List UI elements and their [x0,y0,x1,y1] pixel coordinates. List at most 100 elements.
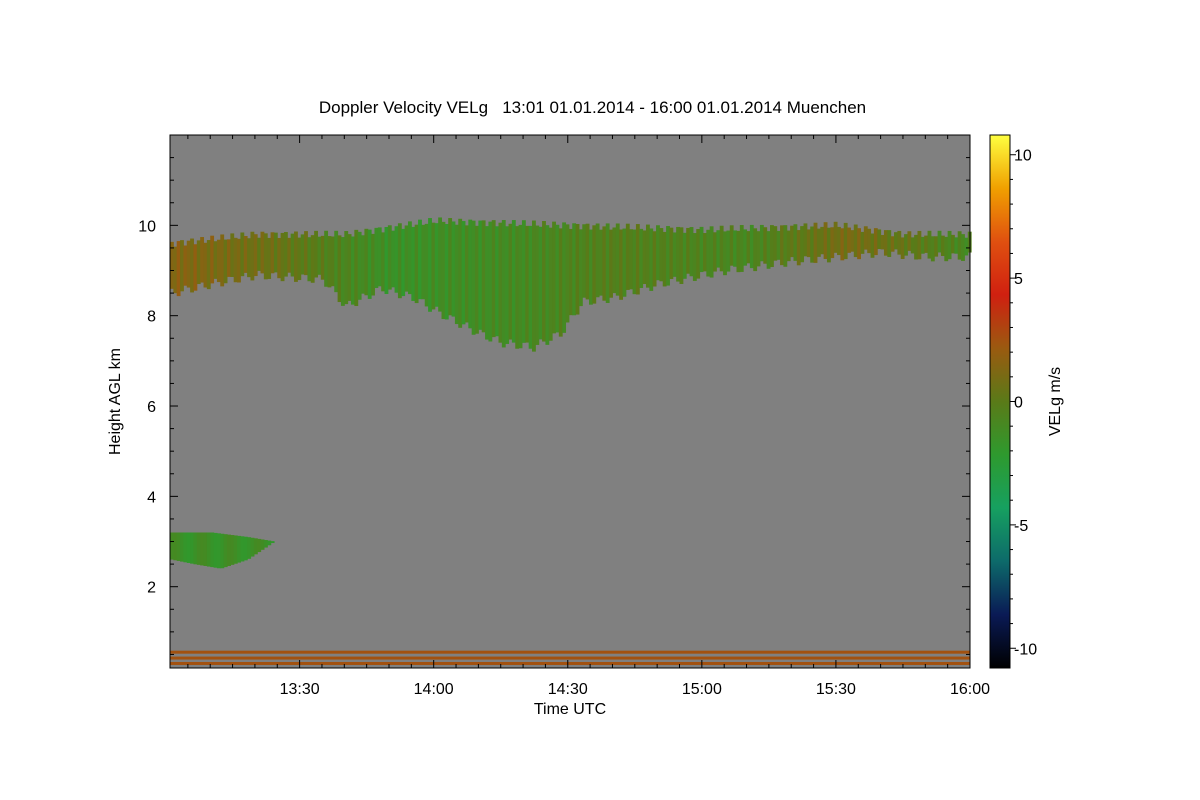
cirrus-strip [672,232,677,277]
cirrus-strip [578,229,583,307]
cirrus-strip [954,237,959,254]
cirrus-strip [857,228,862,260]
cirrus-strip [773,226,778,261]
cirrus-strip [307,237,312,282]
cirrus-strip [897,230,902,255]
cirrus-strip [649,228,654,291]
cirrus-strip [753,228,758,272]
near-surface-line [170,661,970,665]
cirrus-strip [803,223,808,257]
chart-title: Doppler Velocity VELg 13:01 01.01.2014 -… [318,98,867,117]
cirrus-strip [609,229,613,298]
cirrus-strip [662,231,667,287]
cirrus-strip [485,226,489,340]
cirrus-strip [216,239,221,283]
cirrus-strip [481,220,486,333]
cirrus-strip [330,236,335,287]
cirrus-strip [605,223,610,303]
cirrus-strip [314,230,318,278]
cirrus-strip [629,229,634,290]
cirrus-strip [770,225,774,268]
cirrus-strip [786,230,791,262]
cirrus-strip [441,221,446,320]
cirrus-strip [582,224,587,298]
cirrus-strip [686,227,691,274]
cirrus-strip [961,234,965,261]
cirrus-strip [461,221,466,325]
x-tick-label: 15:00 [682,681,722,698]
cirrus-strip [263,233,268,280]
cirrus-strip [387,225,392,290]
x-axis-label: Time UTC [534,701,606,718]
cirrus-strip [907,231,912,251]
cirrus-strip [411,226,416,301]
cirrus-strip [716,230,721,268]
cirrus-strip [247,238,251,278]
cirrus-strip [203,242,208,288]
cirrus-strip [458,218,463,328]
cirrus-strip [424,223,429,307]
cirrus-strip [320,235,325,280]
cirrus-strip [853,224,858,258]
cirrus-strip [615,223,620,296]
cirrus-strip [196,240,201,285]
cirrus-strip [873,228,878,256]
cirrus-strip [599,229,603,296]
cirrus-strip [186,240,191,288]
cirrus-strip [666,226,670,286]
cirrus-strip [501,220,506,348]
near-surface-line [170,650,970,654]
cirrus-strip [934,236,939,257]
cirrus-strip [568,228,573,316]
cirrus-strip [471,220,476,335]
cirrus-strip [454,224,459,325]
cirrus-strip [964,237,969,256]
cirrus-strip [267,237,272,279]
colorbar-tick-label: 5 [1014,271,1023,288]
cirrus-strip [444,224,449,320]
cirrus-strip [833,221,838,253]
cirrus-strip [357,231,362,300]
cirrus-strip [434,223,439,307]
cirrus-strip [310,235,315,283]
cirrus-strip [297,237,302,281]
cirrus-strip [334,230,339,293]
y-tick-label: 6 [147,399,156,416]
cirrus-strip [552,221,556,334]
cirrus-strip [283,232,288,277]
cirrus-strip [900,237,905,259]
y-tick-label: 4 [147,489,156,506]
cirrus-strip [371,233,375,296]
cirrus-strip [749,224,754,269]
cirrus-strip [327,236,332,288]
cirrus-strip [351,236,355,305]
cirrus-strip [317,236,322,275]
colorbar-tick-label: 10 [1014,148,1032,165]
cirrus-strip [324,230,329,287]
cirrus-strip [723,231,727,276]
cirrus-strip [528,225,533,349]
cirrus-strip [542,221,546,342]
cirrus-strip [421,224,426,300]
cirrus-strip [810,226,815,263]
x-tick-label: 14:30 [548,681,588,698]
cirrus-strip [622,228,627,297]
cirrus-strip [220,234,225,287]
cirrus-strip [498,222,503,343]
cirrus-strip [639,228,644,288]
cirrus-strip [867,228,872,254]
cirrus-strip [830,227,835,259]
cirrus-strip [635,224,640,295]
colorbar-tick-label: 0 [1014,395,1023,412]
cirrus-strip [632,229,637,295]
cirrus-strip [290,233,295,277]
cirrus-strip [183,245,188,286]
cirrus-strip [377,227,382,287]
cirrus-strip [813,222,818,263]
cirrus-strip [920,236,925,254]
cirrus-strip [947,230,952,260]
cirrus-strip [226,239,231,277]
cirrus-strip [692,233,697,281]
cirrus-strip [870,233,875,258]
cirrus-strip [273,232,278,273]
